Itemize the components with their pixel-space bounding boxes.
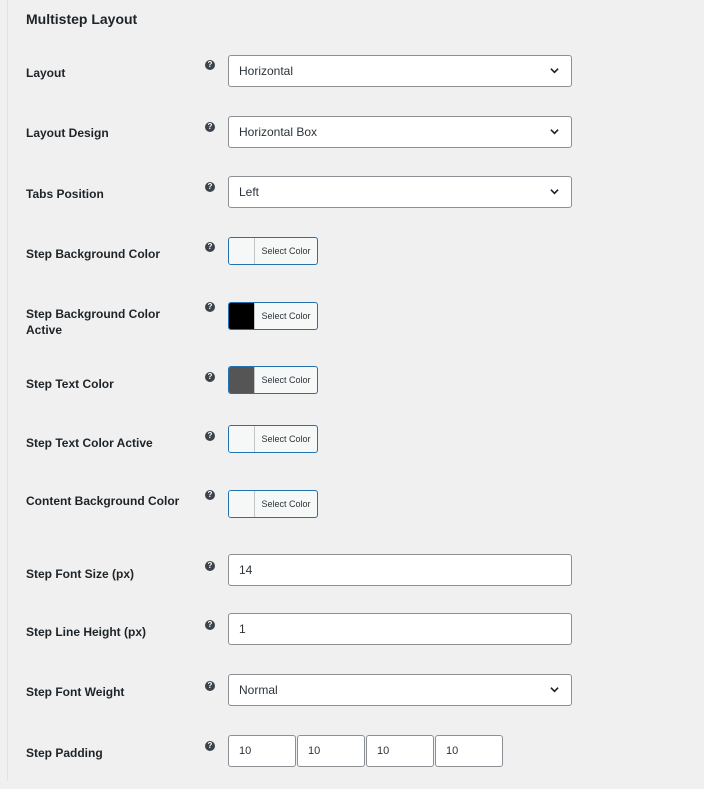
chevron-down-icon	[550, 687, 559, 693]
step-bg-color-active-label: Step Background Color Active	[26, 307, 161, 337]
step-text-color-active-picker[interactable]: Select Color	[228, 425, 318, 453]
layout-design-label: Layout Design	[26, 126, 109, 140]
padding-right-value: 10	[308, 745, 321, 757]
tabs-position-select[interactable]: Left	[228, 176, 572, 208]
chevron-down-icon	[550, 68, 559, 74]
chevron-down-icon	[550, 129, 559, 135]
content-bg-color-picker[interactable]: Select Color	[228, 490, 318, 518]
select-color-label: Select Color	[261, 311, 311, 321]
step-bg-color-active-picker[interactable]: Select Color	[228, 302, 318, 330]
help-icon[interactable]: ?	[205, 60, 215, 70]
step-line-height-label: Step Line Height (px)	[26, 625, 146, 639]
step-line-height-input[interactable]: 1	[228, 613, 572, 645]
help-icon[interactable]: ?	[205, 431, 215, 441]
color-swatch	[229, 426, 255, 452]
step-font-weight-label: Step Font Weight	[26, 685, 125, 699]
chevron-down-icon	[550, 189, 559, 195]
select-color-label: Select Color	[261, 499, 311, 509]
layout-select[interactable]: Horizontal	[228, 55, 572, 87]
select-color-label: Select Color	[261, 375, 311, 385]
padding-top-value: 10	[239, 745, 252, 757]
padding-bottom-input[interactable]: 10	[366, 735, 434, 767]
padding-bottom-value: 10	[377, 745, 390, 757]
step-text-color-active-label: Step Text Color Active	[26, 436, 153, 450]
layout-label: Layout	[26, 66, 66, 80]
help-icon[interactable]: ?	[205, 741, 215, 751]
help-icon[interactable]: ?	[205, 490, 215, 500]
step-bg-color-label: Step Background Color	[26, 247, 161, 261]
step-font-size-label: Step Font Size (px)	[26, 567, 134, 581]
content-bg-color-label: Content Background Color	[26, 494, 180, 508]
section-title: Multistep Layout	[26, 11, 138, 27]
help-icon[interactable]: ?	[205, 681, 215, 691]
layout-design-value: Horizontal Box	[239, 125, 318, 139]
step-text-color-label: Step Text Color	[26, 377, 114, 391]
step-font-size-value: 14	[239, 563, 253, 577]
step-font-size-input[interactable]: 14	[228, 554, 572, 586]
step-padding-label: Step Padding	[26, 746, 103, 760]
step-line-height-value: 1	[239, 622, 246, 636]
padding-right-input[interactable]: 10	[297, 735, 365, 767]
padding-left-input[interactable]: 10	[435, 735, 503, 767]
step-font-weight-value: Normal	[239, 683, 278, 697]
help-icon[interactable]: ?	[205, 372, 215, 382]
tabs-position-value: Left	[239, 185, 260, 199]
help-icon[interactable]: ?	[205, 242, 215, 252]
layout-value: Horizontal	[239, 64, 294, 78]
color-swatch	[229, 491, 255, 517]
help-icon[interactable]: ?	[205, 620, 215, 630]
step-bg-color-picker[interactable]: Select Color	[228, 237, 318, 265]
padding-top-input[interactable]: 10	[228, 735, 296, 767]
help-icon[interactable]: ?	[205, 561, 215, 571]
color-swatch	[229, 238, 255, 264]
color-swatch	[229, 367, 255, 393]
padding-left-value: 10	[446, 745, 459, 757]
step-text-color-picker[interactable]: Select Color	[228, 366, 318, 394]
help-icon[interactable]: ?	[205, 122, 215, 132]
select-color-label: Select Color	[261, 434, 311, 444]
help-icon[interactable]: ?	[205, 182, 215, 192]
select-color-label: Select Color	[261, 246, 311, 256]
tabs-position-label: Tabs Position	[26, 187, 104, 201]
help-icon[interactable]: ?	[205, 302, 215, 312]
color-swatch	[229, 303, 255, 329]
layout-design-select[interactable]: Horizontal Box	[228, 116, 572, 148]
step-font-weight-select[interactable]: Normal	[228, 674, 572, 706]
